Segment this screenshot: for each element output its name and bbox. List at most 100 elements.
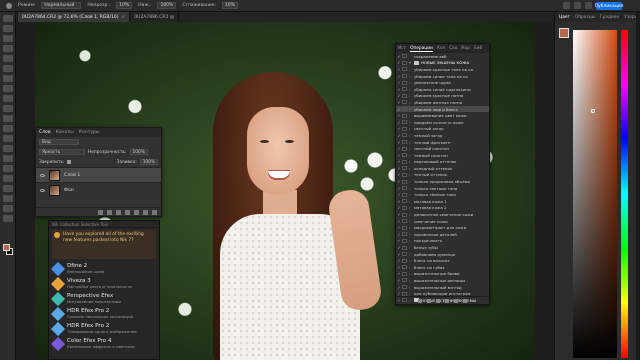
- kind-filter-select[interactable]: Вид: [39, 139, 79, 145]
- dialog-toggle-icon[interactable]: [402, 133, 407, 138]
- action-row[interactable]: ✓ › тонкая прорисовка объёма: [396, 178, 489, 185]
- folder-icon[interactable]: [445, 299, 449, 303]
- marquee-tool-icon[interactable]: [3, 25, 13, 32]
- tab-paths[interactable]: Контуры: [79, 130, 100, 135]
- dialog-toggle-icon[interactable]: [402, 205, 407, 210]
- dialog-toggle-icon[interactable]: [402, 159, 407, 164]
- action-row[interactable]: ✓ › светлый загар: [396, 126, 489, 133]
- healing-tool-icon[interactable]: [3, 85, 13, 92]
- promo-banner[interactable]: Have you explored all of the exciting ne…: [52, 230, 156, 259]
- action-row[interactable]: ✓ › холодный оттенок: [396, 165, 489, 172]
- tab-actions[interactable]: Операции: [410, 46, 433, 52]
- visibility-eye-icon[interactable]: [40, 173, 45, 177]
- tab-color[interactable]: Кол: [437, 46, 445, 51]
- dialog-toggle-icon[interactable]: [402, 271, 407, 276]
- dialog-toggle-icon[interactable]: [402, 74, 407, 79]
- trash-icon[interactable]: [152, 210, 157, 215]
- action-row[interactable]: ✓ › добавляем румянца: [396, 251, 489, 258]
- close-icon[interactable]: ×: [122, 15, 126, 20]
- action-row[interactable]: ✓ › белые зубы: [396, 244, 489, 251]
- plugin-item[interactable]: Viveza 3 Настройка цвета и тональности: [49, 276, 159, 291]
- dialog-toggle-icon[interactable]: [402, 120, 407, 125]
- plugin-item[interactable]: Perspective Efex Исправление перспективы: [49, 291, 159, 306]
- tab-color[interactable]: Цвет: [559, 15, 570, 20]
- lock-icon[interactable]: [67, 160, 72, 164]
- action-row[interactable]: ✓ › микроконтраст для кожи: [396, 224, 489, 231]
- dialog-toggle-icon[interactable]: [402, 172, 407, 177]
- history-brush-tool-icon[interactable]: [3, 115, 13, 122]
- pen-tool-icon[interactable]: [3, 165, 13, 172]
- dialog-toggle-icon[interactable]: [402, 93, 407, 98]
- action-row[interactable]: ✓ › придаём сочность коже: [396, 119, 489, 126]
- action-row[interactable]: ✓ › убираем синие тона на ко: [396, 73, 489, 80]
- dialog-toggle-icon[interactable]: [402, 166, 407, 171]
- dialog-toggle-icon[interactable]: [402, 219, 407, 224]
- dialog-toggle-icon[interactable]: [402, 80, 407, 85]
- smoothing-input[interactable]: 10%: [222, 2, 239, 9]
- action-row[interactable]: ✓ сохранение веб: [396, 53, 489, 60]
- dialog-toggle-icon[interactable]: [402, 67, 407, 72]
- mask-icon[interactable]: [116, 210, 121, 215]
- blend-mode-select[interactable]: Яркость: [39, 149, 85, 155]
- dialog-toggle-icon[interactable]: [402, 87, 407, 92]
- dialog-toggle-icon[interactable]: [402, 238, 407, 243]
- tab-libraries[interactable]: Биб: [474, 46, 482, 51]
- new-action-icon[interactable]: [454, 299, 458, 303]
- action-row[interactable]: ✓ › персиковый оттенок: [396, 159, 489, 166]
- home-icon[interactable]: [563, 2, 570, 9]
- tab-adjustments[interactable]: Кор: [461, 46, 469, 51]
- action-row[interactable]: ✓ › темный сонотон: [396, 152, 489, 159]
- record-icon[interactable]: [427, 299, 431, 303]
- dialog-toggle-icon[interactable]: [402, 285, 407, 290]
- link-layers-icon[interactable]: [98, 210, 103, 215]
- dialog-toggle-icon[interactable]: [402, 252, 407, 257]
- dialog-toggle-icon[interactable]: [402, 199, 407, 204]
- plugin-item[interactable]: Color Efex Pro 4 Креативные эффекты и цве…: [49, 336, 159, 351]
- action-row[interactable]: ✓ › выразительные брови: [396, 271, 489, 278]
- action-row[interactable]: ✓ › только светлые тона: [396, 185, 489, 192]
- quick-select-tool-icon[interactable]: [3, 45, 13, 52]
- move-tool-icon[interactable]: [3, 15, 13, 22]
- dialog-toggle-icon[interactable]: [402, 192, 407, 197]
- dodge-tool-icon[interactable]: [3, 155, 13, 162]
- brush-tool-icon[interactable]: [6, 2, 12, 9]
- dialog-toggle-icon[interactable]: [402, 186, 407, 191]
- action-row[interactable]: ✓ › выразительный взгляд: [396, 284, 489, 291]
- fx-icon[interactable]: [107, 210, 112, 215]
- new-layer-icon[interactable]: [143, 210, 148, 215]
- action-row[interactable]: ✓ › темный загар: [396, 132, 489, 139]
- foreground-color-swatch[interactable]: [3, 244, 10, 251]
- action-row[interactable]: ✓ › смягчение кожи: [396, 218, 489, 225]
- search-icon[interactable]: [574, 2, 581, 9]
- action-row[interactable]: ✓ › убираем жир и блеск: [396, 105, 489, 113]
- plugin-item[interactable]: Dfine 2 Уменьшение шума: [49, 261, 159, 276]
- frame-tool-icon[interactable]: [3, 65, 13, 72]
- plugin-item[interactable]: HDR Efex Pro 2 Тонирование одного изображ…: [49, 321, 159, 336]
- action-row[interactable]: ✓ › выравнивание цвет кожи: [396, 112, 489, 119]
- action-row[interactable]: ✓ › теплый фрагмент: [396, 139, 489, 146]
- dialog-toggle-icon[interactable]: [402, 179, 407, 184]
- hand-tool-icon[interactable]: [3, 205, 13, 212]
- plugin-item[interactable]: HDR Efex Pro 2 Слияние нескольких экспози…: [49, 306, 159, 321]
- doc-tab[interactable]: 0U2A7886.CR2 @: [130, 12, 180, 22]
- visibility-eye-icon[interactable]: [40, 188, 45, 192]
- workspace-icon[interactable]: [585, 2, 592, 9]
- play-icon[interactable]: [436, 299, 440, 303]
- action-row[interactable]: ✓ › светлый сонотон: [396, 145, 489, 152]
- action-row[interactable]: ✓ › проявление деталей: [396, 231, 489, 238]
- action-row[interactable]: ✓ › матовая кожа 1: [396, 198, 489, 205]
- stop-icon[interactable]: [418, 299, 422, 303]
- action-set-row[interactable]: ✓ ▾ НОВЫЕ ЭКШЕНЫ КОЖА: [396, 60, 489, 67]
- opacity-input[interactable]: 10%: [116, 2, 133, 9]
- tab-swatches[interactable]: Образцы: [575, 15, 595, 20]
- tab-gradients[interactable]: Градиен: [600, 15, 619, 20]
- action-row[interactable]: ✓ › только тёмные тона: [396, 191, 489, 198]
- dialog-toggle-icon[interactable]: [402, 212, 407, 217]
- action-row[interactable]: ✓ › выразительные ресницы: [396, 277, 489, 284]
- tab-layers[interactable]: Слои: [39, 130, 51, 135]
- action-row[interactable]: ✓ › увеличение шума: [396, 79, 489, 86]
- crop-tool-icon[interactable]: [3, 55, 13, 62]
- action-row[interactable]: ✓ › блеск на губах: [396, 264, 489, 271]
- dialog-toggle-icon[interactable]: [402, 126, 407, 131]
- dialog-toggle-icon[interactable]: [402, 100, 407, 105]
